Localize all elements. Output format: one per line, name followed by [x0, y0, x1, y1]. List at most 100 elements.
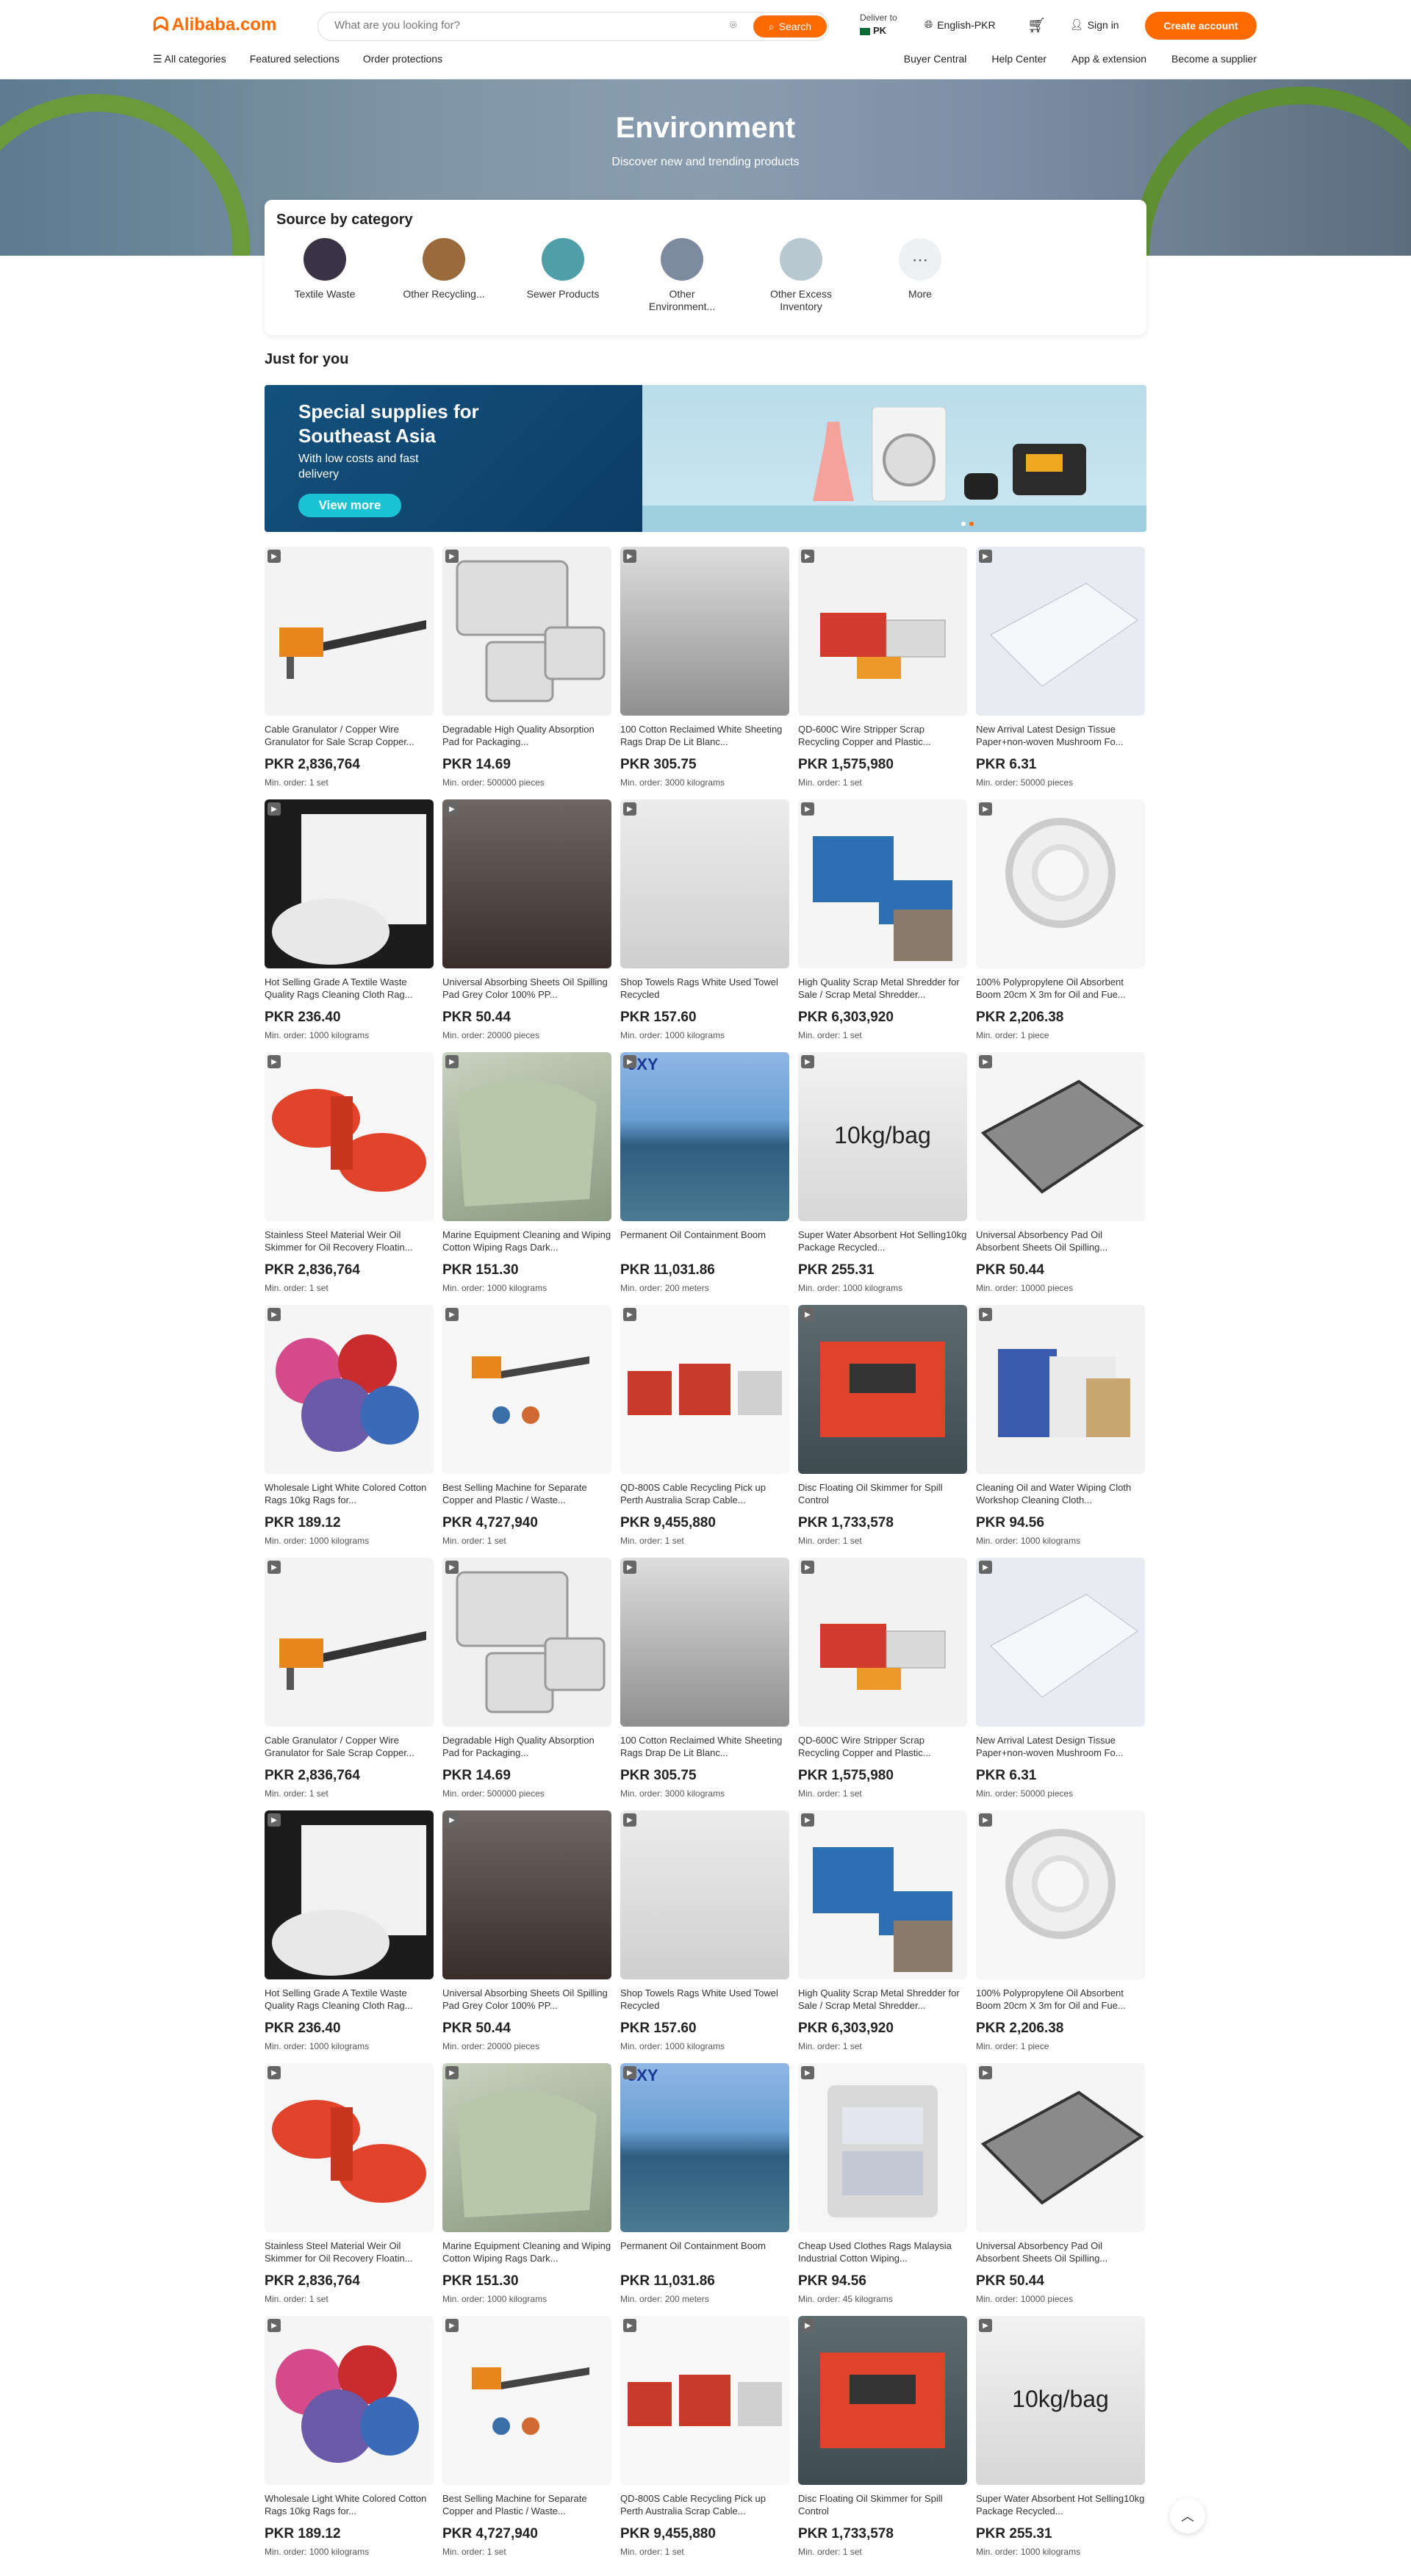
alibaba-logo[interactable]: ᗣ Alibaba.com: [153, 13, 276, 37]
product-title[interactable]: Hot Selling Grade A Textile Waste Qualit…: [265, 1987, 434, 2012]
language-selector[interactable]: 🌐︎ English-PKR: [924, 18, 996, 31]
product-image[interactable]: ▶: [976, 1052, 1145, 1221]
product-title[interactable]: New Arrival Latest Design Tissue Paper+n…: [976, 1734, 1145, 1759]
product-image[interactable]: ▶: [442, 799, 611, 968]
category-sewer-products[interactable]: Sewer Products: [519, 238, 607, 301]
banner-dot-active[interactable]: [969, 522, 974, 526]
product-title[interactable]: Super Water Absorbent Hot Selling10kg Pa…: [798, 1228, 967, 1253]
product-title[interactable]: Best Selling Machine for Separate Copper…: [442, 2492, 611, 2517]
product-image[interactable]: ▶: [265, 799, 434, 968]
product-title[interactable]: High Quality Scrap Metal Shredder for Sa…: [798, 1987, 967, 2012]
product-title[interactable]: 100% Polypropylene Oil Absorbent Boom 20…: [976, 1987, 1145, 2012]
product-card[interactable]: ▶ Stainless Steel Material Weir Oil Skimm…: [265, 1052, 434, 1295]
search-button[interactable]: ⌕ Search: [753, 15, 827, 37]
product-image[interactable]: ▶: [976, 1810, 1145, 1979]
product-image[interactable]: ▶: [265, 547, 434, 716]
product-title[interactable]: Cheap Used Clothes Rags Malaysia Industr…: [798, 2239, 967, 2264]
category-textile-waste[interactable]: Textile Waste: [281, 238, 369, 301]
product-title[interactable]: Wholesale Light White Colored Cotton Rag…: [265, 1481, 434, 1506]
category-more[interactable]: ⋯ More: [876, 238, 964, 301]
product-image[interactable]: ▶: [798, 799, 967, 968]
product-title[interactable]: Universal Absorbing Sheets Oil Spilling …: [442, 976, 611, 1001]
buyer-central-link[interactable]: Buyer Central: [904, 53, 967, 65]
product-title[interactable]: Universal Absorbency Pad Oil Absorbent S…: [976, 1228, 1145, 1253]
product-card[interactable]: ▶ Hot Selling Grade A Textile Waste Quali…: [265, 1810, 434, 2053]
product-card[interactable]: ▶ QD-800S Cable Recycling Pick up Perth A…: [620, 2316, 789, 2558]
product-image[interactable]: ▶: [265, 1052, 434, 1221]
order-protections-link[interactable]: Order protections: [363, 53, 442, 65]
product-title[interactable]: Universal Absorbency Pad Oil Absorbent S…: [976, 2239, 1145, 2264]
product-card[interactable]: ▶ QD-600C Wire Stripper Scrap Recycling C…: [798, 1558, 967, 1800]
product-image[interactable]: ▶: [798, 547, 967, 716]
product-title[interactable]: Disc Floating Oil Skimmer for Spill Cont…: [798, 2492, 967, 2517]
product-title[interactable]: Cable Granulator / Copper Wire Granulato…: [265, 723, 434, 748]
product-card[interactable]: ▶ 100 Cotton Reclaimed White Sheeting Rag…: [620, 1558, 789, 1800]
product-card[interactable]: ▶ Shop Towels Rags White Used Towel Recyc…: [620, 799, 789, 1042]
product-image[interactable]: ▶: [442, 1052, 611, 1221]
product-card[interactable]: ▶ Marine Equipment Cleaning and Wiping Co…: [442, 1052, 611, 1295]
product-title[interactable]: Cleaning Oil and Water Wiping Cloth Work…: [976, 1481, 1145, 1506]
product-title[interactable]: Stainless Steel Material Weir Oil Skimme…: [265, 2239, 434, 2264]
help-center-link[interactable]: Help Center: [991, 53, 1046, 65]
product-title[interactable]: High Quality Scrap Metal Shredder for Sa…: [798, 976, 967, 1001]
create-account-button[interactable]: Create account: [1145, 12, 1257, 40]
product-title[interactable]: QD-800S Cable Recycling Pick up Perth Au…: [620, 2492, 789, 2517]
product-card[interactable]: JXY ▶ Permanent Oil Containment Boom PKR 11…: [620, 1052, 789, 1295]
product-title[interactable]: QD-600C Wire Stripper Scrap Recycling Co…: [798, 1734, 967, 1759]
product-image[interactable]: JXY ▶: [620, 2063, 789, 2232]
product-card[interactable]: ▶ Universal Absorbency Pad Oil Absorbent …: [976, 2063, 1145, 2306]
product-card[interactable]: ▶ Cheap Used Clothes Rags Malaysia Indust…: [798, 2063, 967, 2306]
product-title[interactable]: 100 Cotton Reclaimed White Sheeting Rags…: [620, 1734, 789, 1759]
product-title[interactable]: 100% Polypropylene Oil Absorbent Boom 20…: [976, 976, 1145, 1001]
product-image[interactable]: ▶: [442, 2063, 611, 2232]
product-image[interactable]: ▶: [265, 1305, 434, 1474]
product-title[interactable]: QD-800S Cable Recycling Pick up Perth Au…: [620, 1481, 789, 1506]
product-image[interactable]: JXY ▶: [620, 1052, 789, 1221]
product-title[interactable]: QD-600C Wire Stripper Scrap Recycling Co…: [798, 723, 967, 748]
product-image[interactable]: ▶: [442, 1558, 611, 1727]
product-title[interactable]: Cable Granulator / Copper Wire Granulato…: [265, 1734, 434, 1759]
product-title[interactable]: Permanent Oil Containment Boom: [620, 1228, 789, 1253]
product-card[interactable]: ▶ Universal Absorbency Pad Oil Absorbent …: [976, 1052, 1145, 1295]
product-card[interactable]: ▶ Cleaning Oil and Water Wiping Cloth Wor…: [976, 1305, 1145, 1547]
product-image[interactable]: ▶: [265, 2063, 434, 2232]
product-image[interactable]: ▶: [976, 547, 1145, 716]
product-title[interactable]: Shop Towels Rags White Used Towel Recycl…: [620, 1987, 789, 2012]
product-image[interactable]: ▶: [620, 547, 789, 716]
view-more-button[interactable]: View more: [298, 494, 401, 517]
product-image[interactable]: ▶: [442, 547, 611, 716]
product-image[interactable]: ▶: [798, 1810, 967, 1979]
product-card[interactable]: ▶ QD-800S Cable Recycling Pick up Perth A…: [620, 1305, 789, 1547]
product-title[interactable]: New Arrival Latest Design Tissue Paper+n…: [976, 723, 1145, 748]
featured-selections-link[interactable]: Featured selections: [250, 53, 340, 65]
product-card[interactable]: ▶ Cable Granulator / Copper Wire Granulat…: [265, 1558, 434, 1800]
product-card[interactable]: ▶ 100 Cotton Reclaimed White Sheeting Rag…: [620, 547, 789, 789]
product-title[interactable]: Stainless Steel Material Weir Oil Skimme…: [265, 1228, 434, 1253]
product-card[interactable]: ▶ Degradable High Quality Absorption Pad …: [442, 1558, 611, 1800]
category-other-recycling[interactable]: Other Recycling...: [400, 238, 488, 301]
product-image[interactable]: 10kg/bag ▶: [798, 1052, 967, 1221]
product-card[interactable]: ▶ Disc Floating Oil Skimmer for Spill Con…: [798, 2316, 967, 2558]
product-card[interactable]: ▶ Marine Equipment Cleaning and Wiping Co…: [442, 2063, 611, 2306]
product-image[interactable]: ▶: [976, 799, 1145, 968]
product-card[interactable]: ▶ Hot Selling Grade A Textile Waste Quali…: [265, 799, 434, 1042]
product-title[interactable]: Universal Absorbing Sheets Oil Spilling …: [442, 1987, 611, 2012]
product-title[interactable]: Permanent Oil Containment Boom: [620, 2239, 789, 2264]
product-card[interactable]: ▶ 100% Polypropylene Oil Absorbent Boom 2…: [976, 799, 1145, 1042]
product-card[interactable]: ▶ Disc Floating Oil Skimmer for Spill Con…: [798, 1305, 967, 1547]
product-card[interactable]: JXY ▶ Permanent Oil Containment Boom PKR 11…: [620, 2063, 789, 2306]
product-card[interactable]: ▶ Wholesale Light White Colored Cotton Ra…: [265, 1305, 434, 1547]
product-title[interactable]: Disc Floating Oil Skimmer for Spill Cont…: [798, 1481, 967, 1506]
product-card[interactable]: ▶ Shop Towels Rags White Used Towel Recyc…: [620, 1810, 789, 2053]
back-to-top-button[interactable]: ︿: [1170, 2498, 1205, 2533]
product-card[interactable]: ▶ New Arrival Latest Design Tissue Paper+…: [976, 1558, 1145, 1800]
all-categories-link[interactable]: ☰ All categories: [153, 53, 226, 65]
product-title[interactable]: Super Water Absorbent Hot Selling10kg Pa…: [976, 2492, 1145, 2517]
product-card[interactable]: ▶ Stainless Steel Material Weir Oil Skimm…: [265, 2063, 434, 2306]
product-title[interactable]: Shop Towels Rags White Used Towel Recycl…: [620, 976, 789, 1001]
product-image[interactable]: ▶: [976, 1558, 1145, 1727]
product-title[interactable]: Marine Equipment Cleaning and Wiping Cot…: [442, 2239, 611, 2264]
product-image[interactable]: ▶: [620, 1810, 789, 1979]
product-image[interactable]: ▶: [798, 2063, 967, 2232]
product-card[interactable]: ▶ High Quality Scrap Metal Shredder for S…: [798, 799, 967, 1042]
